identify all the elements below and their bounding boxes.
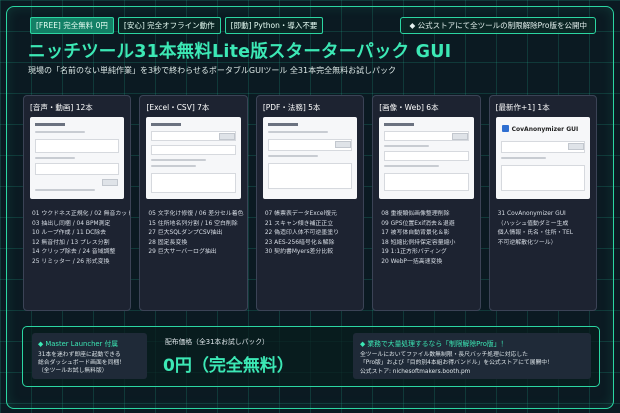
pro-box: ◆ 業務で大量処理するなら「制限解除Pro版」！ 全ツールにおいてファイル数無制… <box>353 333 591 379</box>
list-item: 05 文字化け修復 / 06 差分セル着色 <box>148 211 244 217</box>
list-item: 12 無音付加 / 13 プレス分割 <box>32 239 110 246</box>
pro-title: ◆ 業務で大量処理するなら「制限解除Pro版」！ <box>360 340 508 348</box>
pro-description: 全ツールにおいてファイル数無制限・長尺バッチ処理に対応した 「Pro版」および「… <box>360 351 553 376</box>
list-item: 01 ウクドネス正規化 / 02 無音カット <box>32 211 132 217</box>
list-item: 03 抽出し同梱 / 04 BPM測定 <box>32 220 111 227</box>
card-title: [Excel・CSV] 7本 <box>146 103 210 112</box>
list-item: （ハッシュ值動ダミー生成 <box>497 220 569 227</box>
card-excel-csv[interactable]: [Excel・CSV] 7本 05 文字化け修復 / 06 差分セル着色 15 … <box>139 95 248 311</box>
card-audio-video[interactable]: [音声・動画] 12本 01 ウクドネス正規化 / 02 無音カット 03 抽出… <box>23 95 132 311</box>
card-title: [音声・動画] 12本 <box>30 103 93 112</box>
tool-list: 08 重複類似画像整理削除 09 GPS位置Exif消去＆退避 17 被写体自動… <box>381 210 475 268</box>
list-item: 15 住所地名列分割 / 16 空白削除 <box>148 220 238 227</box>
list-item: 27 巨大SQLダンプCSV抽出 <box>148 230 223 237</box>
list-item: 個人情報・氏名・住所・TEL <box>497 230 574 237</box>
card-image-web[interactable]: [画像・Web] 6本 08 重複類似画像整理削除 09 GPS位置Exif消去… <box>372 95 481 311</box>
list-item: 14 クリップ除去 / 24 音域調整 <box>32 249 116 256</box>
app-icon <box>501 125 509 132</box>
launcher-line: 31本を迷わず即座に起動できる <box>38 352 121 358</box>
tool-list: 07 帳票表データExcel復元 21 スキャン傾き補正正立 22 偽造印人体不… <box>265 210 359 258</box>
list-item: 30 契約書Myers差分比較 <box>264 249 334 256</box>
price-label: 配布価格（全31本お試しパック） <box>165 338 269 346</box>
tool-list: 05 文字化け修復 / 06 差分セル着色 15 住所地名列分割 / 16 空白… <box>148 210 244 258</box>
app-screenshot <box>146 117 241 199</box>
list-item: 29 巨大サーバーログ抽出 <box>148 249 217 256</box>
page-subtitle: 現場の「名前のない単純作業」を3秒で終わらせるポータブルGUIツール 全31本完… <box>28 66 397 75</box>
list-item: 31 CovAnonymizer GUI <box>497 211 566 217</box>
pro-line: 「Pro版」および「目的別4本組お得バンドル」を公式ストアにて展開中！ <box>360 360 553 367</box>
card-pdf-legal[interactable]: [PDF・法務] 5本 07 帳票表データExcel復元 21 スキャン傾き補正… <box>255 95 365 311</box>
badge-python: [即動] Python・導入不要 <box>224 17 324 34</box>
list-item: 10 ループ作成 / 11 DC除去 <box>32 230 106 237</box>
app-window-title: CovAnonymizer GUI <box>511 126 579 133</box>
list-item: 22 偽造印人体不可逆墨塗り <box>264 230 339 237</box>
list-item: 08 重複類似画像整理削除 <box>381 211 450 217</box>
list-item: 23 AES-256暗号化＆解除 <box>264 239 335 246</box>
list-item: 18 短縮比例持保定容量縮小 <box>381 239 456 246</box>
launcher-title: ◆ Master Launcher 付属 <box>38 340 119 348</box>
list-item: 21 スキャン傾き補正正立 <box>264 220 334 227</box>
topbar: [FREE] 完全無料 0円 [安心] 完全オフライン動作 [即動] Pytho… <box>30 17 324 34</box>
tool-list: 01 ウクドネス正規化 / 02 無音カット 03 抽出し同梱 / 04 BPM… <box>32 210 132 268</box>
list-item: 07 帳票表データExcel復元 <box>264 211 337 217</box>
app-screenshot <box>30 117 125 199</box>
page-title: ニッチツール31本無料Lite版スターターパック GUI <box>28 42 452 62</box>
list-item: 28 固定長変換 <box>148 239 188 246</box>
badge-offline: [安心] 完全オフライン動作 <box>117 17 221 34</box>
app-screenshot <box>262 117 358 199</box>
store-link[interactable]: 公式ストア: nichesoftmakers.booth.pm <box>360 368 553 376</box>
list-item: 09 GPS位置Exif消去＆退避 <box>381 220 455 227</box>
price: 0円（完全無料） <box>163 356 294 376</box>
list-item: 不可逆解散化ツール） <box>497 239 557 246</box>
category-cards: [音声・動画] 12本 01 ウクドネス正規化 / 02 無音カット 03 抽出… <box>23 95 598 311</box>
launcher-box: ◆ Master Launcher 付属 31本を迷わず即座に起動できる 総合ダ… <box>32 333 147 379</box>
list-item: 19 1:1正方形パディング <box>381 249 447 256</box>
card-title: [PDF・法務] 5本 <box>262 103 321 112</box>
card-latest[interactable]: [最新作+1] 1本 CovAnonymizer GUI 31 CovAnony… <box>488 95 598 311</box>
launcher-line: 総合ダッシュボード画面を同梱！ <box>38 360 125 366</box>
app-screenshot: CovAnonymizer GUI <box>495 117 591 199</box>
launcher-line: （全ツールお試し無料版） <box>38 368 108 374</box>
card-title: [画像・Web] 6本 <box>379 103 439 112</box>
badge-free: [FREE] 完全無料 0円 <box>30 17 114 34</box>
pro-line: 全ツールにおいてファイル数無制限・長尺バッチ処理に対応した <box>360 352 528 358</box>
card-title: [最新作+1] 1本 <box>495 103 550 112</box>
list-item: 25 リミッター / 26 形式変換 <box>32 258 110 265</box>
list-item: 17 被写体自動背景化＆影 <box>381 230 450 237</box>
app-screenshot <box>379 117 474 199</box>
tool-list: 31 CovAnonymizer GUI （ハッシュ值動ダミー生成 個人情報・氏… <box>498 210 592 248</box>
launcher-description: 31本を迷わず即座に起動できる 総合ダッシュボード画面を同梱！ （全ツールお試し… <box>38 351 125 375</box>
store-notice: ◆ 公式ストアにて全ツールの制限解除Pro版を公開中 <box>400 17 596 34</box>
list-item: 20 WebP一括高速変換 <box>381 258 443 265</box>
bottom-panel: ◆ Master Launcher 付属 31本を迷わず即座に起動できる 総合ダ… <box>22 326 600 387</box>
